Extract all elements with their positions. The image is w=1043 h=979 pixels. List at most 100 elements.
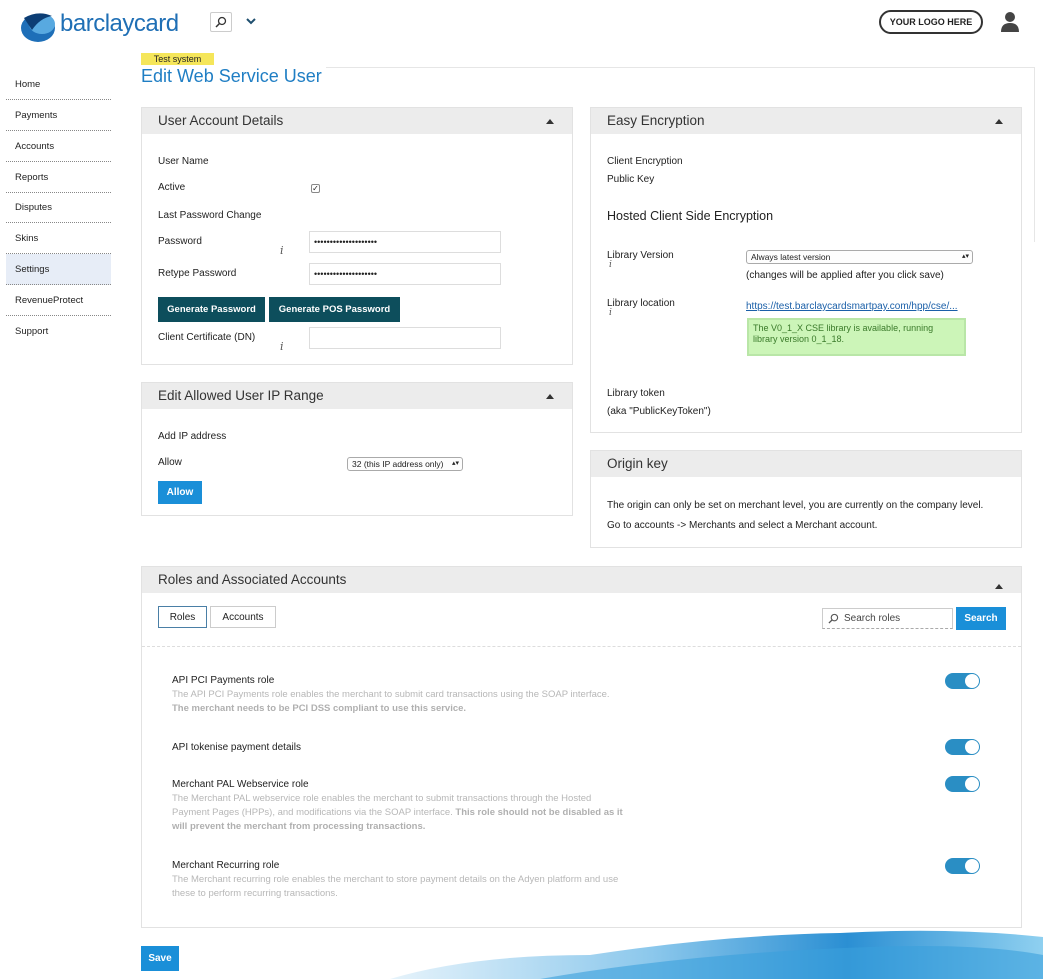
- panel-header[interactable]: User Account Details: [142, 108, 572, 134]
- role-toggle[interactable]: [945, 673, 980, 689]
- library-location-link[interactable]: https://test.barclaycardsmartpay.com/hpp…: [746, 301, 958, 312]
- decorative-wave-image: [390, 930, 1043, 979]
- info-icon[interactable]: i: [280, 244, 284, 257]
- select-value: 32 (this IP address only): [352, 459, 444, 469]
- library-version-note: (changes will be applied after you click…: [746, 270, 944, 281]
- hosted-cse-heading: Hosted Client Side Encryption: [607, 209, 774, 223]
- role-description: The Merchant recurring role enables the …: [172, 873, 632, 901]
- origin-key-panel: Origin key The origin can only be set on…: [590, 450, 1022, 548]
- toggle-knob: [965, 777, 979, 791]
- select-arrows-icon: ▴▾: [961, 253, 969, 260]
- info-icon[interactable]: i: [609, 260, 612, 270]
- sidebar-item-label: Reports: [15, 171, 49, 183]
- role-title: Merchant Recurring role: [172, 860, 280, 871]
- chevron-down-icon[interactable]: [244, 14, 258, 28]
- role-toggle[interactable]: [945, 858, 980, 874]
- panel-title: Easy Encryption: [607, 113, 705, 128]
- select-arrows-icon: ▴▾: [451, 460, 459, 467]
- public-key-label: Public Key: [607, 174, 655, 185]
- library-version-select[interactable]: Always latest version ▴▾: [746, 250, 973, 264]
- generate-pos-password-button[interactable]: Generate POS Password: [269, 297, 400, 322]
- sidebar-item-reports[interactable]: Reports: [6, 162, 111, 193]
- eagle-icon: [21, 13, 55, 42]
- collapse-caret-icon[interactable]: [546, 119, 554, 124]
- role-item: Merchant Recurring role The Merchant rec…: [172, 860, 632, 901]
- generate-password-button[interactable]: Generate Password: [158, 297, 265, 322]
- your-logo-badge: YOUR LOGO HERE: [879, 10, 983, 34]
- sidebar-item-label: Support: [15, 326, 49, 337]
- panel-header[interactable]: Origin key: [591, 451, 1021, 477]
- test-system-badge: Test system: [141, 53, 214, 65]
- search-roles-input[interactable]: Search roles: [822, 608, 953, 629]
- collapse-caret-icon[interactable]: [995, 119, 1003, 124]
- sidebar-item-revenueprotect[interactable]: RevenueProtect: [6, 285, 111, 316]
- password-field[interactable]: ••••••••••••••••••••: [309, 231, 501, 253]
- origin-key-text-1: The origin can only be set on merchant l…: [607, 500, 984, 511]
- library-token-sub: (aka "PublicKeyToken"): [607, 406, 711, 417]
- select-value: Always latest version: [751, 252, 831, 262]
- retype-password-label: Retype Password: [158, 268, 237, 279]
- panel-header[interactable]: Easy Encryption: [591, 108, 1021, 134]
- client-certificate-label: Client Certificate (DN): [158, 332, 256, 343]
- library-token-label: Library token: [607, 388, 665, 399]
- sidebar-item-disputes[interactable]: Disputes: [6, 192, 111, 223]
- toggle-knob: [965, 674, 979, 688]
- panel-title: Edit Allowed User IP Range: [158, 388, 324, 403]
- user-icon[interactable]: [1000, 11, 1020, 33]
- collapse-caret-icon[interactable]: [546, 394, 554, 399]
- client-certificate-field[interactable]: [309, 327, 501, 349]
- sidebar-item-home[interactable]: Home: [6, 69, 111, 100]
- save-button[interactable]: Save: [141, 946, 179, 971]
- info-icon[interactable]: i: [280, 340, 284, 353]
- sidebar-item-skins[interactable]: Skins: [6, 223, 111, 254]
- toggle-knob: [965, 740, 979, 754]
- search-placeholder: Search roles: [844, 613, 901, 624]
- role-description: The API PCI Payments role enables the me…: [172, 688, 612, 716]
- role-title: Merchant PAL Webservice role: [172, 779, 309, 790]
- client-encryption-label: Client Encryption: [607, 156, 683, 167]
- sidebar-item-label: Home: [15, 78, 41, 90]
- panel-title: Origin key: [607, 456, 668, 471]
- sidebar-item-payments[interactable]: Payments: [6, 100, 111, 131]
- role-item: API PCI Payments role The API PCI Paymen…: [172, 675, 612, 716]
- tab-roles[interactable]: Roles: [158, 606, 207, 628]
- allow-button[interactable]: Allow: [158, 481, 202, 504]
- cse-library-success-message: The V0_1_X CSE library is available, run…: [747, 318, 966, 356]
- user-name-label: User Name: [158, 156, 209, 167]
- sidebar-item-label: Skins: [15, 232, 39, 244]
- password-label: Password: [158, 236, 202, 247]
- sidebar-item-label: Settings: [15, 263, 50, 275]
- easy-encryption-panel: Easy Encryption Client Encryption Public…: [590, 107, 1022, 433]
- panel-title: User Account Details: [158, 113, 284, 128]
- sidebar-item-settings[interactable]: Settings: [6, 254, 111, 285]
- role-toggle[interactable]: [945, 776, 980, 792]
- role-toggle[interactable]: [945, 739, 980, 755]
- sidebar-item-label: RevenueProtect: [15, 294, 84, 306]
- divider: [142, 646, 1021, 647]
- last-password-label: Last Password Change: [158, 210, 262, 221]
- search-toggle-button[interactable]: [210, 12, 232, 32]
- page-title: Edit Web Service User: [141, 66, 326, 87]
- collapse-caret-icon[interactable]: [995, 584, 1003, 589]
- sidebar-item-accounts[interactable]: Accounts: [6, 131, 111, 162]
- sidebar-item-support[interactable]: Support: [6, 316, 111, 347]
- user-account-panel: User Account Details User Name Active ✓ …: [141, 107, 573, 365]
- search-icon: [828, 613, 839, 624]
- panel-header[interactable]: Roles and Associated Accounts: [142, 567, 1021, 593]
- info-icon[interactable]: i: [609, 308, 612, 318]
- library-version-label: Library Version: [607, 250, 674, 261]
- ip-range-panel: Edit Allowed User IP Range Add IP addres…: [141, 382, 573, 516]
- sidebar-item-label: Disputes: [15, 201, 52, 213]
- role-title: API tokenise payment details: [172, 742, 301, 753]
- search-button[interactable]: Search: [956, 607, 1006, 630]
- ip-mask-select[interactable]: 32 (this IP address only) ▴▾: [347, 457, 463, 471]
- retype-password-field[interactable]: ••••••••••••••••••••: [309, 263, 501, 285]
- role-item: Merchant PAL Webservice role The Merchan…: [172, 779, 627, 834]
- active-checkbox[interactable]: ✓: [311, 184, 320, 193]
- panel-header[interactable]: Edit Allowed User IP Range: [142, 383, 572, 409]
- roles-panel: Roles and Associated Accounts Roles Acco…: [141, 566, 1022, 928]
- tab-accounts[interactable]: Accounts: [210, 606, 276, 628]
- search-icon: [215, 16, 227, 28]
- panel-title: Roles and Associated Accounts: [158, 572, 347, 587]
- role-title: API PCI Payments role: [172, 675, 275, 686]
